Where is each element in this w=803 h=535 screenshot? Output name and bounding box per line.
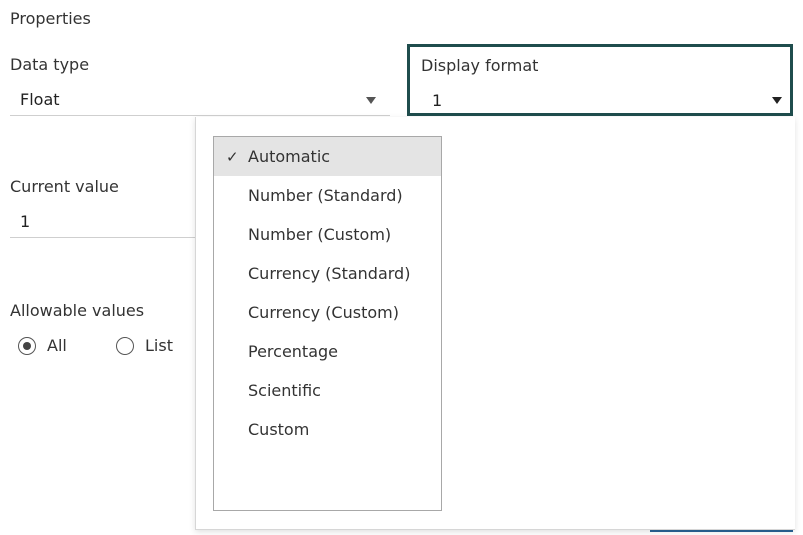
option-label: Percentage [248, 342, 339, 361]
chevron-down-icon [772, 97, 782, 104]
option-currency-custom[interactable]: Currency (Custom) [214, 293, 441, 332]
allowable-values-label: Allowable values [10, 301, 145, 320]
option-custom[interactable]: Custom [214, 410, 441, 449]
option-automatic[interactable]: ✓ Automatic [214, 137, 441, 176]
radio-list-circle[interactable] [116, 336, 134, 355]
option-label: Automatic [248, 147, 331, 166]
option-label: Currency (Standard) [248, 264, 411, 283]
option-label: Custom [248, 420, 310, 439]
option-number-custom[interactable]: Number (Custom) [214, 215, 441, 254]
current-value-text: 1 [20, 212, 31, 231]
display-format-label: Display format [421, 56, 539, 75]
option-currency-standard[interactable]: Currency (Standard) [214, 254, 441, 293]
checkmark-icon: ✓ [226, 147, 239, 166]
display-format-value: 1 [432, 91, 443, 110]
option-label: Currency (Custom) [248, 303, 399, 322]
data-type-select[interactable]: Float [10, 83, 390, 116]
radio-all-circle[interactable] [18, 336, 36, 355]
data-type-label: Data type [10, 55, 90, 74]
option-label: Scientific [248, 381, 321, 400]
display-format-option-list[interactable]: ✓ Automatic Number (Standard) Number (Cu… [213, 136, 442, 511]
chevron-down-icon [366, 97, 376, 104]
data-type-value: Float [20, 90, 60, 109]
option-scientific[interactable]: Scientific [214, 371, 441, 410]
radio-selected-dot [23, 341, 31, 350]
option-label: Number (Standard) [248, 186, 403, 205]
radio-all-label: All [47, 336, 67, 355]
current-value-label: Current value [10, 177, 119, 196]
properties-heading: Properties [10, 9, 91, 28]
option-label: Number (Custom) [248, 225, 392, 244]
display-format-select[interactable]: Display format 1 [407, 44, 793, 116]
radio-list-label: List [145, 336, 173, 355]
option-number-standard[interactable]: Number (Standard) [214, 176, 441, 215]
option-percentage[interactable]: Percentage [214, 332, 441, 371]
radio-all[interactable]: All [18, 336, 67, 355]
current-value-input[interactable]: 1 [10, 202, 195, 238]
radio-list[interactable]: List [116, 336, 173, 355]
